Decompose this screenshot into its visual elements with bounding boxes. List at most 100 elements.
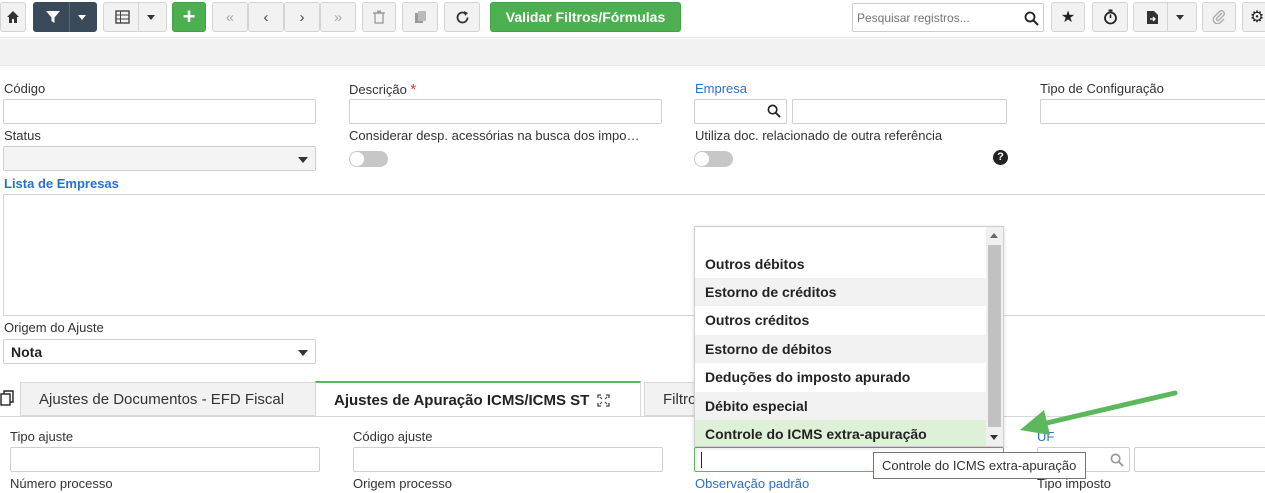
dropdown-blank-option[interactable]: [695, 227, 987, 249]
double-chevron-left-icon: «: [225, 8, 235, 26]
lista-empresas-label: Lista de Empresas: [4, 176, 119, 191]
uf-search-icon[interactable]: [1110, 453, 1124, 467]
refresh-button[interactable]: [444, 2, 480, 32]
search-input-box[interactable]: [852, 3, 1044, 32]
dropdown-option-selected[interactable]: Controle do ICMS extra-apuração: [695, 420, 987, 446]
dropdown-option[interactable]: Estorno de créditos: [695, 278, 987, 306]
gear-icon: ⚙: [1249, 9, 1265, 26]
favorite-button[interactable]: ★: [1051, 2, 1085, 32]
validate-filters-button[interactable]: Validar Filtros/Fórmulas: [490, 2, 681, 32]
home-button[interactable]: [0, 2, 26, 32]
search-icon[interactable]: [1024, 11, 1039, 26]
settings-button[interactable]: ⚙: [1242, 2, 1265, 32]
dropdown-option[interactable]: Outros débitos: [695, 250, 987, 278]
tab-ajustes-apuracao[interactable]: Ajustes de Apuração ICMS/ICMS ST: [315, 381, 641, 417]
descricao-input[interactable]: [349, 99, 662, 124]
export-divider: [1167, 2, 1168, 32]
export-caret-icon[interactable]: [1176, 14, 1184, 20]
option-tooltip: Controle do ICMS extra-apuração: [873, 452, 1086, 479]
trash-icon: [373, 10, 385, 24]
dropdown-option[interactable]: Débito especial: [695, 392, 987, 420]
tipo-configuracao-label: Tipo de Configuração: [1040, 81, 1164, 96]
copy-button[interactable]: [402, 2, 438, 32]
copy-icon: [414, 11, 426, 23]
origem-ajuste-caret-icon: [298, 350, 308, 356]
grid-view-button[interactable]: [103, 2, 167, 32]
filter-caret-icon[interactable]: [77, 14, 86, 20]
scroll-up-icon[interactable]: [990, 233, 998, 238]
numero-processo-label: Número processo: [10, 476, 113, 491]
plus-icon: +: [182, 4, 196, 29]
tipo-ajuste-dropdown[interactable]: Outros débitos Estorno de créditos Outro…: [694, 226, 1004, 447]
home-icon: [7, 11, 19, 23]
scroll-thumb[interactable]: [988, 245, 1001, 427]
add-record-button[interactable]: +: [172, 2, 206, 32]
double-chevron-right-icon: »: [333, 8, 343, 26]
empresa-search-icon[interactable]: [767, 104, 781, 118]
grid-caret-icon[interactable]: [147, 14, 155, 20]
codigo-ajuste-input[interactable]: [353, 447, 663, 472]
chevron-left-icon: ‹: [263, 8, 269, 26]
scroll-down-icon[interactable]: [990, 435, 998, 440]
toolbar: + « ‹ › » Validar Filtros/Fórmulas ★ ⚙: [0, 0, 1265, 38]
status-label: Status: [4, 128, 41, 143]
file-export-icon: [1147, 10, 1158, 24]
tab-ajustes-documentos[interactable]: Ajustes de Documentos - EFD Fiscal: [20, 382, 316, 416]
paperclip-icon: [1212, 10, 1225, 24]
dropdown-option[interactable]: Estorno de débitos: [695, 335, 987, 363]
filter-button[interactable]: [33, 2, 97, 32]
table-icon: [115, 10, 130, 24]
status-caret-icon: [298, 157, 308, 163]
green-arrow-icon: [1020, 390, 1178, 435]
lista-empresas-area[interactable]: [3, 194, 1265, 316]
last-record-button[interactable]: »: [320, 2, 356, 32]
tipo-ajuste-input[interactable]: [10, 447, 320, 472]
dropdown-scrollbar[interactable]: [986, 227, 1003, 446]
uf-name-input[interactable]: [1134, 447, 1265, 472]
utiliza-doc-toggle[interactable]: [694, 151, 733, 167]
prev-record-button[interactable]: ‹: [248, 2, 284, 32]
origem-ajuste-label: Origem do Ajuste: [4, 320, 104, 335]
next-record-button[interactable]: ›: [284, 2, 320, 32]
descricao-label: Descrição *: [349, 81, 416, 98]
stopwatch-icon: [1103, 9, 1117, 25]
delete-button[interactable]: [362, 2, 396, 32]
grid-divider: [138, 2, 139, 32]
origem-ajuste-value: Nota: [11, 344, 43, 360]
required-mark: *: [410, 81, 417, 98]
empresa-code-input[interactable]: [694, 99, 787, 124]
chevron-right-icon: ›: [299, 8, 305, 26]
considerar-desp-toggle[interactable]: [349, 151, 388, 167]
timer-button[interactable]: [1092, 2, 1128, 32]
codigo-label: Código: [4, 81, 46, 96]
help-icon[interactable]: ?: [993, 150, 1008, 165]
export-button[interactable]: [1133, 2, 1197, 32]
empresa-name-input[interactable]: [792, 99, 1007, 124]
status-select[interactable]: [3, 146, 316, 171]
filter-divider: [68, 2, 70, 32]
first-record-button[interactable]: «: [212, 2, 248, 32]
tipo-ajuste-label: Tipo ajuste: [10, 429, 74, 444]
dropdown-option[interactable]: Outros créditos: [695, 306, 987, 334]
search-input[interactable]: [857, 8, 1017, 28]
observacao-padrao-label[interactable]: Observação padrão: [695, 476, 809, 491]
origem-ajuste-select[interactable]: Nota: [3, 339, 316, 364]
validate-filters-label: Validar Filtros/Fórmulas: [505, 9, 666, 25]
considerar-desp-label: Considerar desp. acessórias na busca dos…: [349, 128, 640, 143]
tab-ajustes-apuracao-label: Ajustes de Apuração ICMS/ICMS ST: [334, 391, 590, 409]
tab-filtro-label: Filtro: [663, 390, 697, 408]
tipo-configuracao-input[interactable]: [1040, 99, 1265, 124]
empresa-label[interactable]: Empresa: [695, 81, 747, 96]
codigo-input[interactable]: [3, 99, 316, 124]
star-icon: ★: [1060, 9, 1076, 26]
attachment-button[interactable]: [1202, 2, 1236, 32]
text-cursor: [701, 452, 702, 468]
filter-icon: [45, 11, 60, 23]
codigo-ajuste-label: Código ajuste: [353, 429, 433, 444]
dropdown-option[interactable]: Deduções do imposto apurado: [695, 363, 987, 391]
utiliza-doc-label: Utiliza doc. relacionado de outra referê…: [695, 128, 943, 143]
tabs-copy-icon[interactable]: [0, 390, 14, 406]
expand-icon[interactable]: [597, 393, 610, 407]
refresh-icon: [456, 10, 468, 23]
descricao-label-text: Descrição: [349, 82, 407, 97]
